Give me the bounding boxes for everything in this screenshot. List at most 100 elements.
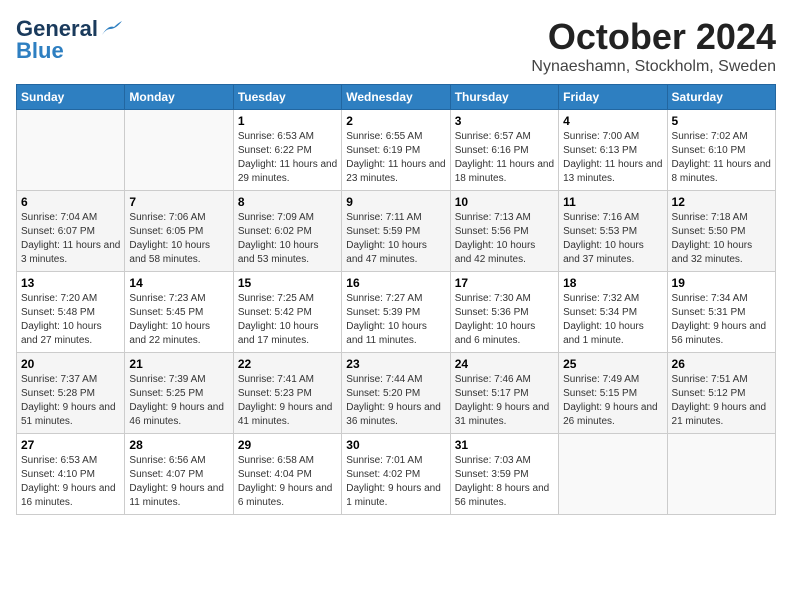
day-info: Sunrise: 6:53 AMSunset: 4:10 PMDaylight:… (21, 454, 120, 510)
calendar-cell: 17 Sunrise: 7:30 AMSunset: 5:36 PMDayligh… (450, 272, 558, 353)
day-number: 16 (346, 276, 445, 290)
calendar-table: SundayMondayTuesdayWednesdayThursdayFrid… (16, 84, 776, 515)
day-number: 7 (129, 195, 228, 209)
calendar-cell: 22 Sunrise: 7:41 AMSunset: 5:23 PMDayligh… (233, 353, 341, 434)
day-info: Sunrise: 7:20 AMSunset: 5:48 PMDaylight:… (21, 292, 120, 348)
calendar-cell: 13 Sunrise: 7:20 AMSunset: 5:48 PMDayligh… (17, 272, 125, 353)
day-info: Sunrise: 7:01 AMSunset: 4:02 PMDaylight:… (346, 454, 445, 510)
location-title: Nynaeshamn, Stockholm, Sweden (531, 58, 776, 76)
day-number: 4 (563, 114, 662, 128)
calendar-cell: 16 Sunrise: 7:27 AMSunset: 5:39 PMDayligh… (342, 272, 450, 353)
day-info: Sunrise: 7:49 AMSunset: 5:15 PMDaylight:… (563, 373, 662, 429)
calendar-cell: 30Sunrise: 7:01 AMSunset: 4:02 PMDayligh… (342, 434, 450, 515)
calendar-cell: 20 Sunrise: 7:37 AMSunset: 5:28 PMDayligh… (17, 353, 125, 434)
day-number: 25 (563, 357, 662, 371)
logo: General Blue (16, 16, 122, 64)
calendar-cell: 10 Sunrise: 7:13 AMSunset: 5:56 PMDayligh… (450, 191, 558, 272)
calendar-cell (17, 110, 125, 191)
calendar-cell: 9 Sunrise: 7:11 AMSunset: 5:59 PMDaylight… (342, 191, 450, 272)
day-number: 10 (455, 195, 554, 209)
calendar-cell: 11Sunrise: 7:16 AMSunset: 5:53 PMDayligh… (559, 191, 667, 272)
day-number: 31 (455, 438, 554, 452)
calendar-header-row: SundayMondayTuesdayWednesdayThursdayFrid… (17, 85, 776, 110)
day-of-week-header: Thursday (450, 85, 558, 110)
day-number: 3 (455, 114, 554, 128)
month-title: October 2024 (531, 16, 776, 58)
day-of-week-header: Wednesday (342, 85, 450, 110)
day-info: Sunrise: 7:00 AMSunset: 6:13 PMDaylight:… (563, 130, 662, 186)
day-info: Sunrise: 6:53 AMSunset: 6:22 PMDaylight:… (238, 130, 337, 186)
day-number: 17 (455, 276, 554, 290)
day-info: Sunrise: 7:37 AMSunset: 5:28 PMDaylight:… (21, 373, 120, 429)
day-info: Sunrise: 7:02 AMSunset: 6:10 PMDaylight:… (672, 130, 771, 186)
day-number: 20 (21, 357, 120, 371)
calendar-cell: 28 Sunrise: 6:56 AMSunset: 4:07 PMDayligh… (125, 434, 233, 515)
day-number: 15 (238, 276, 337, 290)
calendar-cell: 5 Sunrise: 7:02 AMSunset: 6:10 PMDaylight… (667, 110, 775, 191)
calendar-cell: 12 Sunrise: 7:18 AMSunset: 5:50 PMDayligh… (667, 191, 775, 272)
logo-blue: Blue (16, 38, 64, 64)
calendar-cell: 29 Sunrise: 6:58 AMSunset: 4:04 PMDayligh… (233, 434, 341, 515)
day-info: Sunrise: 7:11 AMSunset: 5:59 PMDaylight:… (346, 211, 445, 267)
day-number: 27 (21, 438, 120, 452)
calendar-body: 1 Sunrise: 6:53 AMSunset: 6:22 PMDaylight… (17, 110, 776, 515)
day-info: Sunrise: 7:30 AMSunset: 5:36 PMDaylight:… (455, 292, 554, 348)
day-number: 14 (129, 276, 228, 290)
calendar-cell: 4 Sunrise: 7:00 AMSunset: 6:13 PMDaylight… (559, 110, 667, 191)
day-number: 24 (455, 357, 554, 371)
day-number: 8 (238, 195, 337, 209)
day-of-week-header: Monday (125, 85, 233, 110)
day-number: 26 (672, 357, 771, 371)
calendar-cell: 14Sunrise: 7:23 AMSunset: 5:45 PMDayligh… (125, 272, 233, 353)
calendar-cell: 2 Sunrise: 6:55 AMSunset: 6:19 PMDaylight… (342, 110, 450, 191)
calendar-week-row: 20 Sunrise: 7:37 AMSunset: 5:28 PMDayligh… (17, 353, 776, 434)
day-info: Sunrise: 7:18 AMSunset: 5:50 PMDaylight:… (672, 211, 771, 267)
day-info: Sunrise: 7:41 AMSunset: 5:23 PMDaylight:… (238, 373, 337, 429)
day-number: 5 (672, 114, 771, 128)
day-number: 18 (563, 276, 662, 290)
day-number: 6 (21, 195, 120, 209)
calendar-cell: 27 Sunrise: 6:53 AMSunset: 4:10 PMDayligh… (17, 434, 125, 515)
day-number: 23 (346, 357, 445, 371)
day-of-week-header: Friday (559, 85, 667, 110)
calendar-cell (125, 110, 233, 191)
day-number: 13 (21, 276, 120, 290)
day-info: Sunrise: 6:58 AMSunset: 4:04 PMDaylight:… (238, 454, 337, 510)
day-number: 1 (238, 114, 337, 128)
day-info: Sunrise: 7:34 AMSunset: 5:31 PMDaylight:… (672, 292, 771, 348)
day-info: Sunrise: 6:55 AMSunset: 6:19 PMDaylight:… (346, 130, 445, 186)
logo-bird-icon (100, 21, 122, 37)
day-info: Sunrise: 7:13 AMSunset: 5:56 PMDaylight:… (455, 211, 554, 267)
day-number: 21 (129, 357, 228, 371)
day-number: 28 (129, 438, 228, 452)
day-info: Sunrise: 7:51 AMSunset: 5:12 PMDaylight:… (672, 373, 771, 429)
day-info: Sunrise: 7:04 AMSunset: 6:07 PMDaylight:… (21, 211, 120, 267)
day-info: Sunrise: 7:03 AMSunset: 3:59 PMDaylight:… (455, 454, 554, 510)
day-of-week-header: Saturday (667, 85, 775, 110)
day-of-week-header: Sunday (17, 85, 125, 110)
calendar-cell: 7 Sunrise: 7:06 AMSunset: 6:05 PMDaylight… (125, 191, 233, 272)
calendar-cell: 6 Sunrise: 7:04 AMSunset: 6:07 PMDaylight… (17, 191, 125, 272)
day-number: 12 (672, 195, 771, 209)
title-area: October 2024 Nynaeshamn, Stockholm, Swed… (531, 16, 776, 76)
calendar-cell: 31 Sunrise: 7:03 AMSunset: 3:59 PMDayligh… (450, 434, 558, 515)
day-info: Sunrise: 7:25 AMSunset: 5:42 PMDaylight:… (238, 292, 337, 348)
day-number: 29 (238, 438, 337, 452)
day-info: Sunrise: 6:56 AMSunset: 4:07 PMDaylight:… (129, 454, 228, 510)
header: General Blue October 2024 Nynaeshamn, St… (16, 16, 776, 76)
calendar-cell: 1 Sunrise: 6:53 AMSunset: 6:22 PMDaylight… (233, 110, 341, 191)
day-number: 22 (238, 357, 337, 371)
calendar-cell: 3 Sunrise: 6:57 AMSunset: 6:16 PMDaylight… (450, 110, 558, 191)
calendar-cell: 18Sunrise: 7:32 AMSunset: 5:34 PMDayligh… (559, 272, 667, 353)
day-info: Sunrise: 7:16 AMSunset: 5:53 PMDaylight:… (563, 211, 662, 267)
calendar-cell: 15 Sunrise: 7:25 AMSunset: 5:42 PMDayligh… (233, 272, 341, 353)
day-info: Sunrise: 7:39 AMSunset: 5:25 PMDaylight:… (129, 373, 228, 429)
calendar-cell: 19Sunrise: 7:34 AMSunset: 5:31 PMDayligh… (667, 272, 775, 353)
day-info: Sunrise: 7:06 AMSunset: 6:05 PMDaylight:… (129, 211, 228, 267)
calendar-cell: 23Sunrise: 7:44 AMSunset: 5:20 PMDayligh… (342, 353, 450, 434)
day-info: Sunrise: 6:57 AMSunset: 6:16 PMDaylight:… (455, 130, 554, 186)
calendar-week-row: 27 Sunrise: 6:53 AMSunset: 4:10 PMDayligh… (17, 434, 776, 515)
day-info: Sunrise: 7:27 AMSunset: 5:39 PMDaylight:… (346, 292, 445, 348)
day-number: 9 (346, 195, 445, 209)
day-number: 2 (346, 114, 445, 128)
